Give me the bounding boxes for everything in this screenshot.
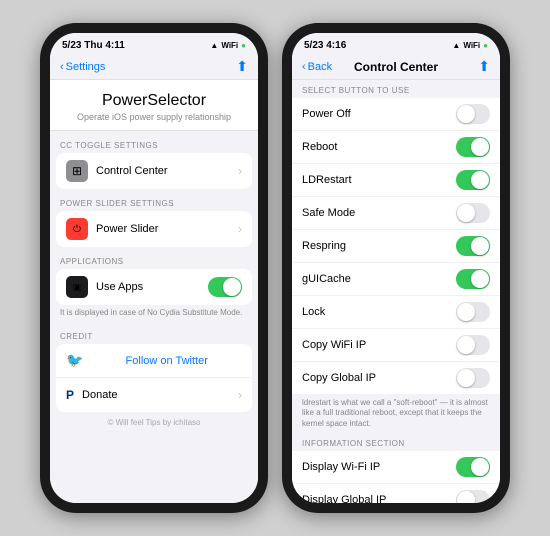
ldrestart-toggle[interactable] — [456, 170, 490, 190]
left-back-button[interactable]: ‹ Settings — [60, 61, 105, 73]
right-phone: 5/23 4:16 ▲ WiFi ● ‹ Back Control Center… — [282, 23, 510, 513]
right-status-bar: 5/23 4:16 ▲ WiFi ● — [292, 33, 500, 55]
donate-row[interactable]: P Donate › — [56, 378, 252, 412]
power-slider-icon: ⏻ — [66, 218, 88, 240]
left-status-time: 5/23 Thu 4:11 — [62, 40, 125, 51]
left-status-icons: ▲ WiFi ● — [210, 41, 246, 50]
power-off-toggle[interactable] — [456, 104, 490, 124]
copy-wifi-toggle[interactable] — [456, 335, 490, 355]
safe-mode-row[interactable]: Safe Mode — [292, 197, 500, 230]
display-global-toggle[interactable] — [456, 490, 490, 503]
applications-card: ▣ Use Apps — [56, 269, 252, 305]
info-section-header: INFORMATION SECTION — [292, 433, 500, 451]
applications-label: APPLICATIONS — [50, 257, 258, 269]
copy-global-toggle[interactable] — [456, 368, 490, 388]
power-off-label: Power Off — [302, 108, 456, 120]
power-slider-chevron: › — [238, 222, 242, 236]
use-apps-note: It is displayed in case of No Cydia Subs… — [50, 305, 258, 322]
left-nav-bar: ‹ Settings ⬆ — [50, 55, 258, 80]
twitter-link[interactable]: Follow on Twitter — [91, 355, 242, 367]
respring-row[interactable]: Respring — [292, 230, 500, 263]
guicache-toggle[interactable] — [456, 269, 490, 289]
right-content: SELECT BUTTON TO USE Power Off Reboot LD… — [292, 80, 500, 503]
twitter-row[interactable]: 🐦 Follow on Twitter — [56, 344, 252, 378]
copy-wifi-row[interactable]: Copy WiFi IP — [292, 329, 500, 362]
control-center-chevron: › — [238, 164, 242, 178]
left-status-bar: 5/23 Thu 4:11 ▲ WiFi ● — [50, 33, 258, 55]
right-status-time: 5/23 4:16 — [304, 40, 346, 51]
credit-section: CREDIT 🐦 Follow on Twitter P Donate › — [50, 332, 258, 412]
paypal-icon: P — [66, 388, 74, 402]
reboot-label: Reboot — [302, 141, 456, 153]
ldrestart-row[interactable]: LDRestart — [292, 164, 500, 197]
copy-global-label: Copy Global IP — [302, 372, 456, 384]
app-subtitle: Operate iOS power supply relationship — [60, 112, 248, 122]
guicache-label: gUICache — [302, 273, 456, 285]
safe-mode-toggle[interactable] — [456, 203, 490, 223]
select-rows-container: Power Off Reboot LDRestart Safe Mode — [292, 98, 500, 394]
phones-container: 5/23 Thu 4:11 ▲ WiFi ● ‹ Settings ⬆ — [30, 13, 520, 523]
ldrestart-note: ldrestart is what we call a "soft-reboot… — [292, 394, 500, 433]
power-slider-label: Power Slider — [96, 223, 238, 235]
cc-toggle-label: CC TOGGLE SETTINGS — [50, 141, 258, 153]
lock-label: Lock — [302, 306, 456, 318]
control-center-row[interactable]: ⊞ Control Center › — [56, 153, 252, 189]
respring-toggle[interactable] — [456, 236, 490, 256]
display-global-row[interactable]: Display Global IP — [292, 484, 500, 503]
lock-toggle[interactable] — [456, 302, 490, 322]
guicache-row[interactable]: gUICache — [292, 263, 500, 296]
control-center-label: Control Center — [96, 165, 238, 177]
credit-card: 🐦 Follow on Twitter P Donate › — [56, 344, 252, 412]
left-share-button[interactable]: ⬆ — [236, 58, 248, 75]
reboot-toggle[interactable] — [456, 137, 490, 157]
right-share-button[interactable]: ⬆ — [478, 58, 490, 75]
use-apps-row[interactable]: ▣ Use Apps — [56, 269, 252, 305]
applications-section: APPLICATIONS ▣ Use Apps It is displayed … — [50, 257, 258, 322]
app-title: PowerSelector — [60, 92, 248, 110]
display-global-label: Display Global IP — [302, 494, 456, 503]
left-screen: 5/23 Thu 4:11 ▲ WiFi ● ‹ Settings ⬆ — [50, 33, 258, 503]
left-footer: © Will feel Tips by ichitaso — [50, 412, 258, 433]
right-nav-bar: ‹ Back Control Center ⬆ — [292, 55, 500, 80]
donate-label: Donate — [82, 389, 238, 401]
right-status-icons: ▲ WiFi ● — [452, 41, 488, 50]
power-slider-section-label: POWER SLIDER SETTINGS — [50, 199, 258, 211]
right-nav-title: Control Center — [354, 60, 438, 74]
reboot-row[interactable]: Reboot — [292, 131, 500, 164]
control-center-icon: ⊞ — [66, 160, 88, 182]
select-section-header: SELECT BUTTON TO USE — [292, 80, 500, 98]
power-off-row[interactable]: Power Off — [292, 98, 500, 131]
display-wifi-label: Display Wi-Fi IP — [302, 461, 456, 473]
use-apps-icon: ▣ — [66, 276, 88, 298]
use-apps-label: Use Apps — [96, 281, 208, 293]
left-content: PowerSelector Operate iOS power supply r… — [50, 80, 258, 503]
safe-mode-label: Safe Mode — [302, 207, 456, 219]
copy-wifi-label: Copy WiFi IP — [302, 339, 456, 351]
info-rows-container: Display Wi-Fi IP Display Global IP Displ… — [292, 451, 500, 503]
display-wifi-row[interactable]: Display Wi-Fi IP — [292, 451, 500, 484]
donate-chevron: › — [238, 388, 242, 402]
twitter-icon: 🐦 — [66, 352, 83, 369]
power-slider-row[interactable]: ⏻ Power Slider › — [56, 211, 252, 247]
lock-row[interactable]: Lock — [292, 296, 500, 329]
power-slider-card: ⏻ Power Slider › — [56, 211, 252, 247]
cc-toggle-section: CC TOGGLE SETTINGS ⊞ Control Center › — [50, 141, 258, 189]
copy-global-row[interactable]: Copy Global IP — [292, 362, 500, 394]
use-apps-toggle[interactable] — [208, 277, 242, 297]
power-slider-section: POWER SLIDER SETTINGS ⏻ Power Slider › — [50, 199, 258, 247]
credit-label: CREDIT — [50, 332, 258, 344]
ldrestart-label: LDRestart — [302, 174, 456, 186]
right-screen: 5/23 4:16 ▲ WiFi ● ‹ Back Control Center… — [292, 33, 500, 503]
respring-label: Respring — [302, 240, 456, 252]
right-back-button[interactable]: ‹ Back — [302, 61, 332, 73]
display-wifi-toggle[interactable] — [456, 457, 490, 477]
left-phone: 5/23 Thu 4:11 ▲ WiFi ● ‹ Settings ⬆ — [40, 23, 268, 513]
left-app-header: PowerSelector Operate iOS power supply r… — [50, 80, 258, 131]
cc-toggle-card: ⊞ Control Center › — [56, 153, 252, 189]
